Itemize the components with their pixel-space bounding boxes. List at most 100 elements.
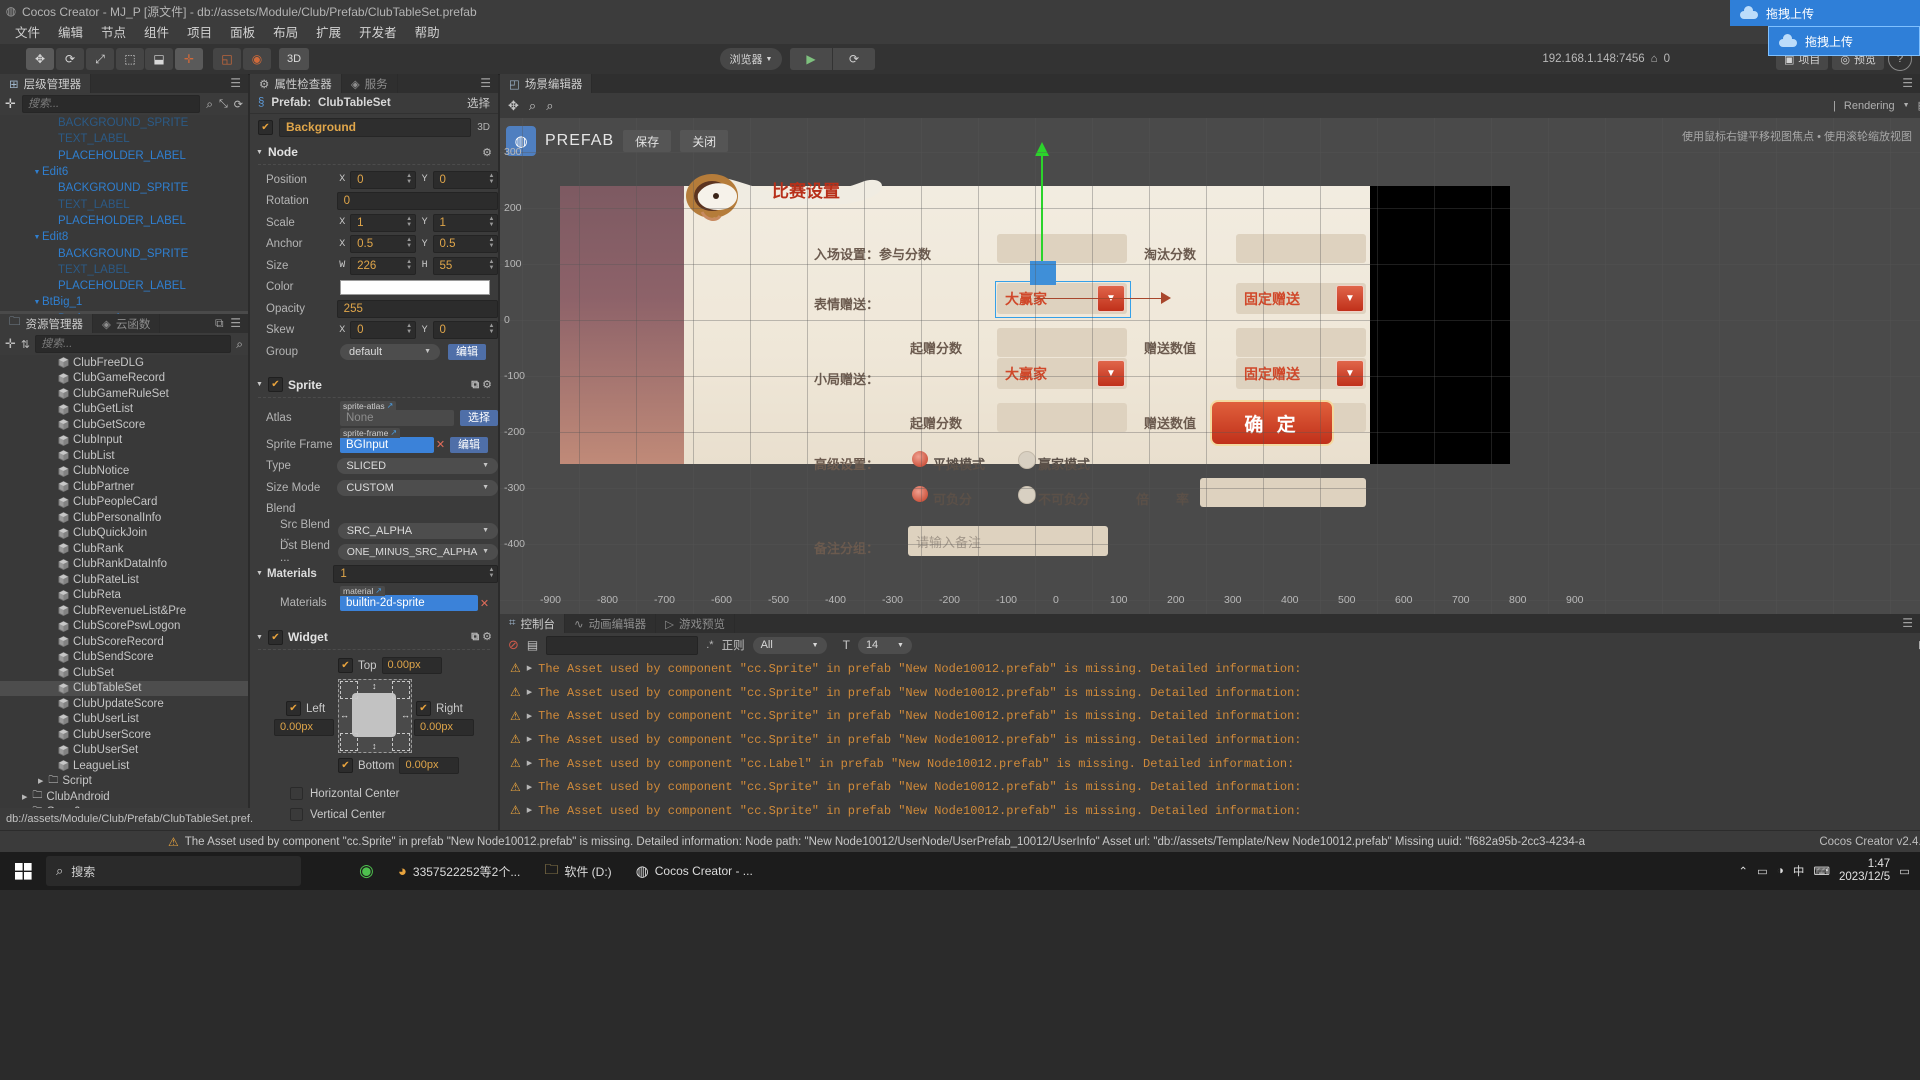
opacity-input[interactable]: 255 — [336, 299, 498, 318]
move-tool-button[interactable]: ✥ — [26, 48, 54, 70]
taskbar-item-qq[interactable]: ◕ 3357522252等2个... — [386, 852, 532, 890]
game-round-min-score-input[interactable] — [997, 403, 1127, 432]
asset-item-14[interactable]: ClubRateList — [0, 572, 248, 588]
chevron-down-icon-fixed[interactable]: ▼ — [1336, 285, 1364, 312]
hierarchy-node-7[interactable]: ▼ Edit8 — [0, 229, 248, 245]
taskbar-clock[interactable]: 1:47 2023/12/5 — [1839, 858, 1890, 884]
chevron-right-icon-folder-1[interactable]: ▶ — [22, 793, 27, 801]
hierarchy-node-9[interactable]: TEXT_LABEL — [0, 262, 248, 278]
game-round-fixed-select[interactable]: 固定赠送 ▼ — [1236, 358, 1366, 389]
menu-item-5[interactable]: 面板 — [221, 22, 264, 44]
chevron-right-icon-console-1[interactable]: ▶ — [527, 688, 532, 697]
group-edit-button[interactable]: 编辑 — [448, 343, 486, 360]
zoom-out-icon[interactable]: ⌕ — [529, 98, 536, 114]
chevron-right-icon-folder-0[interactable]: ▶ — [38, 777, 43, 785]
scene-menu-icon[interactable]: ☰ — [1895, 74, 1920, 93]
menu-item-7[interactable]: 扩展 — [307, 22, 350, 44]
menu-item-8[interactable]: 开发者 — [350, 22, 406, 44]
anchor-y-input[interactable]: 0.5 ▲ ▼ — [432, 235, 498, 254]
console-message-3[interactable]: ⚠ ▶ The Asset used by component "cc.Sprite… — [500, 728, 1920, 752]
widget-bottom-checkbox[interactable]: ✔ — [338, 758, 353, 773]
tray-expand-icon[interactable]: ⌃ — [1738, 864, 1748, 878]
asset-item-8[interactable]: ClubPartner — [0, 479, 248, 495]
widget-top-checkbox[interactable]: ✔ — [338, 658, 353, 673]
hierarchy-node-0[interactable]: BACKGROUND_SPRITE — [0, 115, 248, 131]
radio-winner-mode[interactable] — [1018, 451, 1036, 469]
taskbar-item-folder[interactable]: 🗀 软件 (D:) — [532, 852, 623, 890]
asset-item-5[interactable]: ClubInput — [0, 433, 248, 449]
hierarchy-node-6[interactable]: PLACEHOLDER_LABEL — [0, 213, 248, 229]
materials-count-input[interactable]: 1 ▲ ▼ — [333, 564, 498, 583]
position-x-input[interactable]: 0 ▲ ▼ — [350, 170, 416, 189]
console-font-size-select[interactable]: 14 ▼ — [857, 636, 912, 654]
node-settings-icon[interactable]: ⚙ — [482, 146, 492, 159]
scale-x-stepper[interactable]: ▲ ▼ — [405, 215, 414, 229]
clear-console-icon[interactable]: ⊘ — [508, 637, 519, 653]
rotation-input[interactable]: 0 — [336, 192, 498, 211]
src-blend-select[interactable]: SRC_ALPHA ▼ — [337, 522, 498, 539]
regex-icon[interactable]: .* — [706, 639, 713, 651]
assets-panel-icons[interactable]: ⧉ ☰ — [208, 314, 248, 333]
prefab-close-button[interactable]: 关闭 — [680, 130, 729, 152]
taskbar-search[interactable]: ⌕ 搜索 — [46, 856, 301, 886]
asset-item-18[interactable]: ClubScoreRecord — [0, 634, 248, 650]
game-confirm-button[interactable]: 确 定 — [1210, 400, 1334, 446]
gizmo-y-arrow-icon[interactable] — [1035, 142, 1049, 156]
notifications-icon[interactable]: ▭ — [1899, 864, 1910, 878]
chevron-right-icon-console-5[interactable]: ▶ — [527, 783, 532, 792]
taskbar-item-cocos[interactable]: ◍ Cocos Creator - ... — [624, 852, 765, 890]
zoom-in-icon[interactable]: ⌕ — [546, 98, 553, 114]
assets-search-icon[interactable]: ⌕ — [236, 337, 243, 352]
asset-item-10[interactable]: ClubPersonalInfo — [0, 510, 248, 526]
widget-hcenter-checkbox[interactable] — [290, 787, 303, 800]
hierarchy-node-2[interactable]: PLACEHOLDER_LABEL — [0, 148, 248, 164]
asset-item-7[interactable]: ClubNotice — [0, 464, 248, 480]
assets-tree[interactable]: ClubFreeDLG ClubGameRecord ClubGameRuleSet… — [0, 355, 248, 830]
anchor-x-input[interactable]: 0.5 ▲ ▼ — [350, 235, 416, 254]
hierarchy-node-4[interactable]: BACKGROUND_SPRITE — [0, 180, 248, 196]
chevron-down-icon-node-3[interactable]: ▼ — [32, 169, 42, 176]
asset-item-26[interactable]: LeagueList — [0, 758, 248, 774]
asset-item-23[interactable]: ClubUserList — [0, 712, 248, 728]
anchor-y-stepper[interactable]: ▲ ▼ — [487, 236, 496, 250]
tab-animation-editor[interactable]: ∿ 动画编辑器 — [564, 614, 657, 633]
asset-item-15[interactable]: ClubReta — [0, 588, 248, 604]
skew-x-stepper[interactable]: ▲ ▼ — [405, 322, 414, 336]
scale-y-input[interactable]: 1 ▲ ▼ — [432, 213, 498, 232]
game-entry-score-input[interactable] — [997, 234, 1127, 263]
console-level-select[interactable]: All ▼ — [752, 636, 827, 654]
tab-inspector[interactable]: ⚙ 属性检查器 — [250, 74, 342, 93]
tray-ime-label[interactable]: 中 — [1793, 863, 1805, 879]
scale-y-stepper[interactable]: ▲ ▼ — [487, 215, 496, 229]
node-section-header[interactable]: ▼ Node ⚙ — [250, 142, 498, 162]
anchor-x-stepper[interactable]: ▲ ▼ — [405, 236, 414, 250]
console-message-5[interactable]: ⚠ ▶ The Asset used by component "cc.Sprite… — [500, 775, 1920, 799]
asset-item-19[interactable]: ClubSendScore — [0, 650, 248, 666]
collapse-icon[interactable]: ⤡ — [219, 98, 228, 111]
menu-item-4[interactable]: 项目 — [178, 22, 221, 44]
sprite-frame-edit-button[interactable]: 编辑 — [450, 436, 488, 453]
coordinate-toggle-button[interactable]: ✛ — [175, 48, 203, 70]
hierarchy-node-11[interactable]: ▼ BtBig_1 — [0, 294, 248, 310]
menu-item-9[interactable]: 帮助 — [406, 22, 449, 44]
gizmo-y-axis[interactable] — [1041, 148, 1043, 266]
console-menu-icon[interactable]: ☰ — [1895, 614, 1920, 633]
asset-item-17[interactable]: ClubScorePswLogon — [0, 619, 248, 635]
chevron-right-icon-console-6[interactable]: ▶ — [527, 806, 532, 815]
refresh-button[interactable]: ⟳ — [833, 48, 875, 70]
chevron-down-icon-round[interactable]: ▼ — [1097, 360, 1125, 387]
external-link-icon-atlas[interactable]: ↗ — [387, 401, 394, 411]
sprite-enabled-checkbox[interactable]: ✔ — [267, 377, 283, 392]
tab-game-preview[interactable]: ▷ 游戏预览 — [656, 614, 735, 633]
asset-item-11[interactable]: ClubQuickJoin — [0, 526, 248, 542]
sprite-type-select[interactable]: SLICED ▼ — [337, 458, 498, 475]
chevron-down-icon-materials[interactable]: ▼ — [256, 570, 263, 577]
asset-item-0[interactable]: ClubFreeDLG — [0, 355, 248, 371]
material-clear-button[interactable]: ✕ — [478, 595, 491, 611]
add-asset-icon[interactable]: ✛ — [5, 336, 16, 352]
sync-icon[interactable]: ⟳ — [234, 98, 243, 111]
hierarchy-tree[interactable]: BACKGROUND_SPRITE TEXT_LABEL PLACEHOLDER_L… — [0, 115, 248, 314]
play-button[interactable]: ▶ — [790, 48, 832, 70]
widget-section-header[interactable]: ▼ ✔ Widget ⧉ ⚙ — [250, 627, 498, 647]
hierarchy-node-3[interactable]: ▼ Edit6 — [0, 164, 248, 180]
